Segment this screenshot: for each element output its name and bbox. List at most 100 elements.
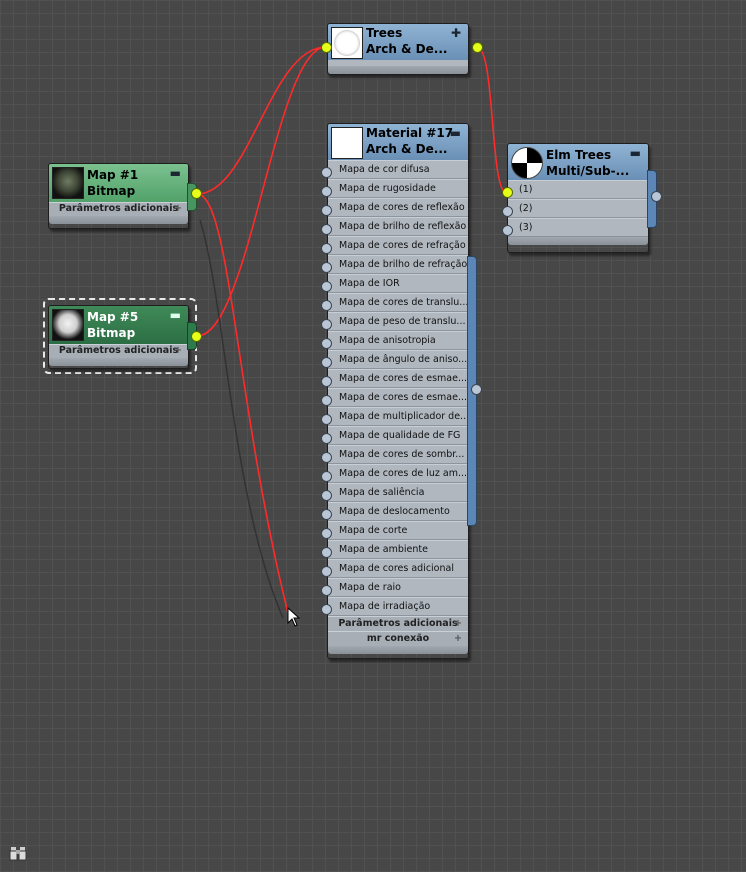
node-footer [328, 66, 468, 74]
material-slot-input-socket[interactable] [321, 319, 332, 330]
arrow-cursor-icon [287, 607, 301, 627]
elm-slot2-socket[interactable] [502, 206, 513, 217]
slot-row[interactable]: Mapa de ambiente [328, 540, 468, 559]
material-slot-input-socket[interactable] [321, 547, 332, 558]
node-material-header[interactable]: Material #17 Arch & De... ▬ [328, 124, 468, 160]
slot-row[interactable]: Mapa de brilho de reflexão [328, 217, 468, 236]
slot-row[interactable]: Mapa de deslocamento [328, 502, 468, 521]
material-slot-input-socket[interactable] [321, 395, 332, 406]
material-slot-input-socket[interactable] [321, 528, 332, 539]
elm-output-socket[interactable] [651, 191, 662, 202]
material-slot-input-socket[interactable] [321, 224, 332, 235]
submaterial-slot[interactable]: (1) [508, 180, 648, 199]
material-slot-input-socket[interactable] [321, 604, 332, 615]
material-preview-thumbnail [331, 27, 363, 59]
section-label: Parâmetros adicionais [338, 618, 458, 629]
submaterial-slot[interactable]: (2) [508, 199, 648, 218]
node-elm-trees[interactable]: Elm Trees Multi/Sub-... ▬ (1) (2) (3) [507, 143, 649, 253]
material-preview-thumbnail [331, 127, 363, 159]
slot-row[interactable]: Mapa de cores de esmae... [328, 388, 468, 407]
trees-input-socket[interactable] [321, 42, 332, 53]
plus-icon: + [174, 345, 182, 356]
material-slot-input-socket[interactable] [321, 281, 332, 292]
slot-row[interactable]: Mapa de anisotropia [328, 331, 468, 350]
collapse-icon[interactable]: ▬ [450, 125, 461, 141]
node-trees-header[interactable]: Trees Arch & De... ✚ [328, 24, 468, 60]
section-parametros-adicionais[interactable]: Parâmetros adicionais + [49, 202, 188, 216]
collapse-icon[interactable]: ▬ [630, 145, 641, 161]
node-map-1[interactable]: Map #1 Bitmap ▬ Parâmetros adicionais + [48, 163, 189, 229]
submaterial-slot[interactable]: (3) [508, 218, 648, 237]
material-slot-input-socket[interactable] [321, 167, 332, 178]
section-label: Parâmetros adicionais [58, 345, 179, 356]
slot-row[interactable]: Mapa de IOR [328, 274, 468, 293]
slot-row[interactable]: Mapa de rugosidade [328, 179, 468, 198]
collapse-icon[interactable]: ▬ [170, 307, 181, 323]
material-output-socket[interactable] [471, 384, 482, 395]
slot-list: (1) (2) (3) [508, 180, 648, 237]
material-slot-input-socket[interactable] [321, 414, 332, 425]
node-elm-header[interactable]: Elm Trees Multi/Sub-... ▬ [508, 144, 648, 180]
node-map1-header[interactable]: Map #1 Bitmap ▬ [49, 164, 188, 202]
elm-slot3-socket[interactable] [502, 225, 513, 236]
slot-row[interactable]: Mapa de cores de sombr... [328, 445, 468, 464]
map1-output-socket[interactable] [191, 188, 202, 199]
material-slot-input-socket[interactable] [321, 243, 332, 254]
node-subtitle: Arch & De... [366, 42, 448, 56]
slot-row[interactable]: Mapa de cores de luz am... [328, 464, 468, 483]
section-label: mr conexão [366, 633, 430, 644]
section-parametros-adicionais[interactable]: Parâmetros adicionais + [328, 616, 468, 631]
slot-row[interactable]: Mapa de cores de translu... [328, 293, 468, 312]
node-trees[interactable]: Trees Arch & De... ✚ [327, 23, 469, 75]
slot-row[interactable]: Mapa de peso de translu... [328, 312, 468, 331]
trees-output-socket[interactable] [472, 42, 483, 53]
material-slot-input-socket[interactable] [321, 205, 332, 216]
slot-row[interactable]: Mapa de saliência [328, 483, 468, 502]
tree-bitmap-thumbnail [52, 167, 84, 199]
material-slot-input-socket[interactable] [321, 338, 332, 349]
expand-icon[interactable]: ✚ [451, 25, 461, 41]
section-label: Parâmetros adicionais [58, 203, 179, 214]
node-map5-header[interactable]: Map #5 Bitmap ▬ [49, 306, 188, 344]
binoculars-icon[interactable] [9, 845, 27, 861]
plus-icon: + [454, 633, 462, 644]
node-footer [328, 646, 468, 654]
section-parametros-adicionais[interactable]: Parâmetros adicionais + [49, 344, 188, 358]
slot-row[interactable]: Mapa de cor difusa [328, 160, 468, 179]
slot-row[interactable]: Mapa de qualidade de FG [328, 426, 468, 445]
slot-row[interactable]: Mapa de multiplicador de... [328, 407, 468, 426]
node-title: Elm Trees [546, 148, 612, 162]
slot-row[interactable]: Mapa de cores de refração [328, 236, 468, 255]
node-footer [508, 237, 648, 245]
slot-row[interactable]: Mapa de irradiação [328, 597, 468, 616]
slot-row[interactable]: Mapa de brilho de refração [328, 255, 468, 274]
material-slot-input-socket[interactable] [321, 490, 332, 501]
slot-row[interactable]: Mapa de raio [328, 578, 468, 597]
material-slot-input-socket[interactable] [321, 452, 332, 463]
material-slot-input-socket[interactable] [321, 566, 332, 577]
slot-row[interactable]: Mapa de cores de esmae... [328, 369, 468, 388]
material-slot-input-socket[interactable] [321, 376, 332, 387]
collapse-icon[interactable]: ▬ [170, 165, 181, 181]
node-material-17[interactable]: Material #17 Arch & De... ▬ Mapa de cor … [327, 123, 469, 659]
material-slot-input-socket[interactable] [321, 300, 332, 311]
slot-list: Mapa de cor difusa Mapa de rugosidade Ma… [328, 160, 468, 616]
node-title: Map #5 [87, 310, 139, 324]
slot-row[interactable]: Mapa de cores de reflexão [328, 198, 468, 217]
node-subtitle: Arch & De... [366, 142, 448, 156]
slot-row[interactable]: Mapa de cores adicional [328, 559, 468, 578]
material-slot-input-socket[interactable] [321, 186, 332, 197]
material-slot-input-socket[interactable] [321, 262, 332, 273]
node-map-5[interactable]: Map #5 Bitmap ▬ Parâmetros adicionais + [48, 305, 189, 369]
material-slot-input-socket[interactable] [321, 433, 332, 444]
slot-row[interactable]: Mapa de corte [328, 521, 468, 540]
material-slot-input-socket[interactable] [321, 509, 332, 520]
section-mr-conexao[interactable]: mr conexão + [328, 631, 468, 646]
map5-output-socket[interactable] [191, 331, 202, 342]
material-slot-input-socket[interactable] [321, 471, 332, 482]
material-slot-input-socket[interactable] [321, 585, 332, 596]
node-subtitle: Bitmap [87, 326, 136, 340]
material-slot-input-socket[interactable] [321, 357, 332, 368]
slot-row[interactable]: Mapa de ângulo de aniso... [328, 350, 468, 369]
elm-slot1-socket[interactable] [502, 187, 513, 198]
